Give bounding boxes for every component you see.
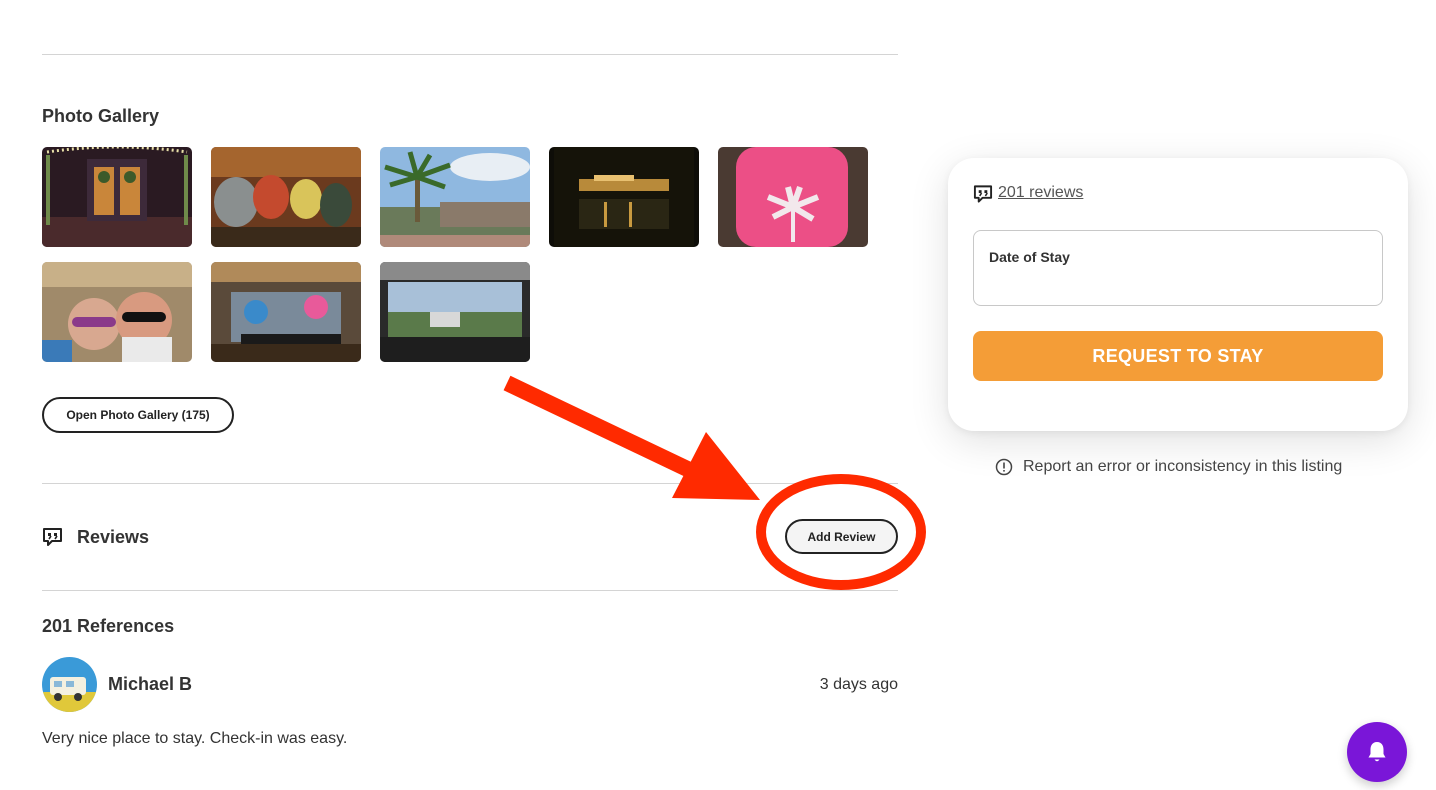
gallery-photo-night-water[interactable] — [549, 147, 699, 247]
reviews-top-divider — [42, 483, 898, 484]
gallery-photo-door-lights[interactable] — [42, 147, 192, 247]
reviews-heading: Reviews — [77, 527, 150, 547]
quote-bubble-icon — [973, 185, 993, 203]
notifications-button[interactable] — [1347, 722, 1407, 782]
gallery-photo-rv-view[interactable] — [380, 262, 530, 362]
add-review-button[interactable]: Add Review — [785, 519, 898, 554]
quote-bubble-icon — [43, 528, 62, 546]
gallery-photo-bar-interior[interactable] — [211, 147, 361, 247]
report-error-link[interactable]: Report an error or inconsistency in this… — [995, 458, 1342, 476]
photo-gallery-title: Photo Gallery — [42, 106, 160, 126]
date-of-stay-label: Date of Stay — [989, 249, 1070, 265]
avatar — [42, 657, 97, 712]
gallery-photo-band[interactable] — [211, 262, 361, 362]
gallery-photo-pink-koozie[interactable] — [718, 147, 868, 247]
bell-icon — [1368, 742, 1386, 762]
review-time: 3 days ago — [819, 676, 898, 693]
info-circle-icon — [995, 458, 1013, 476]
top-divider — [42, 54, 898, 55]
gallery-photo-palm-tree[interactable] — [380, 147, 530, 247]
review-text: Very nice place to stay. Check-in was ea… — [42, 730, 348, 747]
date-of-stay-field[interactable]: Date of Stay — [973, 230, 1383, 306]
booking-card: 201 reviews Date of Stay REQUEST TO STAY — [948, 158, 1408, 431]
reviews-count-link[interactable]: 201 reviews — [998, 184, 1083, 202]
open-photo-gallery-button[interactable]: Open Photo Gallery (175) — [42, 397, 234, 433]
gallery-photo-selfie[interactable] — [42, 262, 192, 362]
report-error-text: Report an error or inconsistency in this… — [1023, 458, 1343, 475]
request-to-stay-button[interactable]: REQUEST TO STAY — [973, 331, 1383, 381]
reviews-bottom-divider — [42, 590, 898, 591]
references-title: 201 References — [42, 616, 175, 636]
review-author[interactable]: Michael B — [108, 674, 192, 695]
